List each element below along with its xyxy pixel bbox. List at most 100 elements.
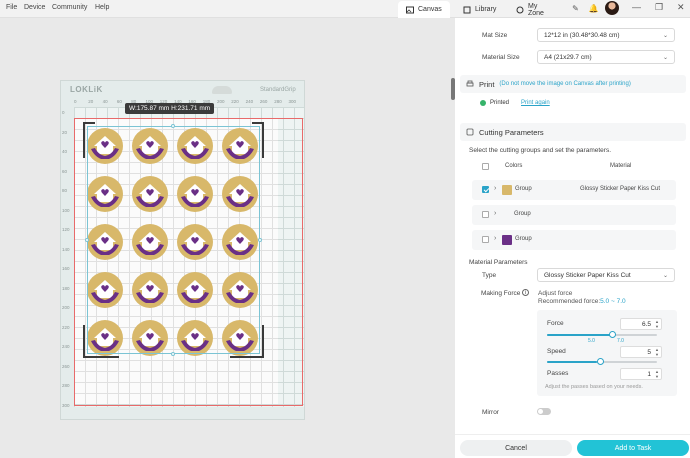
minimize-icon[interactable]: — — [632, 2, 641, 12]
type-select[interactable]: Glossy Sticker Paper Kiss Cut ⌄ — [537, 268, 675, 282]
printer-icon — [466, 80, 474, 88]
registration-mark — [262, 325, 264, 358]
adjust-force-label: Adjust force — [538, 290, 573, 297]
force-max-mark: 7.0 — [617, 338, 624, 344]
menu-help[interactable]: Help — [95, 4, 109, 11]
chevron-down-icon: ⌄ — [662, 272, 668, 279]
group-checkbox[interactable] — [482, 236, 489, 243]
top-bar: File Device Community Help Canvas Librar… — [0, 0, 690, 18]
menu-device[interactable]: Device — [24, 4, 45, 11]
ruler-tick-label: 220 — [231, 99, 239, 104]
speed-stepper[interactable]: 5 ▲ ▼ — [620, 346, 662, 358]
chevron-down-icon: ⌄ — [662, 32, 668, 39]
force-label: Force — [547, 320, 564, 327]
force-slider-knob[interactable] — [609, 331, 616, 338]
edit-icon[interactable]: ✎ — [570, 3, 581, 14]
menu-file[interactable]: File — [6, 4, 17, 11]
speed-label: Speed — [547, 348, 566, 355]
ruler-tick-label: 40 — [102, 99, 108, 104]
force-value: 6.5 — [641, 320, 651, 328]
passes-stepper[interactable]: 1 ▲ ▼ — [620, 368, 662, 380]
bell-icon[interactable]: 🔔 — [588, 3, 599, 14]
ruler-tick-label: 200 — [217, 99, 225, 104]
ruler-tick-label: 240 — [62, 344, 70, 349]
passes-value: 1 — [647, 370, 651, 378]
mat-size-label: Mat Size — [482, 32, 508, 39]
ruler-tick-label: 80 — [62, 188, 68, 193]
stepper-arrows-icon[interactable]: ▲ ▼ — [655, 319, 659, 329]
tab-library[interactable]: Library — [455, 1, 507, 18]
group-material: Glossy Sticker Paper Kiss Cut — [579, 186, 660, 192]
ruler-tick-label: 120 — [62, 227, 70, 232]
chevron-right-icon[interactable]: › — [494, 210, 496, 217]
selection-handle[interactable] — [171, 124, 175, 128]
ruler-tick-label: 60 — [116, 99, 122, 104]
print-section-header: Print (Do not move the image on Canvas a… — [460, 75, 686, 93]
ruler-tick-label: 20 — [88, 99, 94, 104]
cloud-icon — [212, 86, 232, 94]
chevron-down-icon: ⌄ — [662, 54, 668, 61]
selection-handle[interactable] — [85, 238, 89, 242]
selection-handle[interactable] — [258, 238, 262, 242]
colors-column-header: Colors — [505, 163, 523, 169]
cutting-group-row[interactable]: › Group — [472, 205, 676, 225]
group-checkbox[interactable] — [482, 211, 489, 218]
registration-mark — [83, 122, 85, 158]
menu-community[interactable]: Community — [52, 4, 87, 11]
selection-handle[interactable] — [171, 352, 175, 356]
print-title: Print — [479, 79, 495, 89]
info-icon[interactable]: i — [522, 289, 529, 296]
mat-size-select[interactable]: 12*12 in (30.48*30.48 cm) ⌄ — [537, 28, 675, 42]
making-force-label: Making Force — [481, 290, 521, 297]
passes-label: Passes — [547, 370, 569, 377]
material-size-select[interactable]: A4 (21x29.7 cm) ⌄ — [537, 50, 675, 64]
restore-icon[interactable]: ❐ — [655, 2, 663, 13]
group-name: Group — [515, 186, 532, 192]
close-icon[interactable]: ✕ — [677, 2, 685, 13]
select-all-checkbox[interactable] — [482, 163, 489, 170]
print-again-link[interactable]: Print again — [521, 100, 550, 106]
check-circle-icon — [480, 100, 486, 106]
group-color-swatch — [502, 235, 512, 245]
ruler-tick-label: 0 — [62, 110, 65, 115]
tab-myzone-label: My Zone — [528, 2, 544, 17]
stepper-arrows-icon[interactable]: ▲ ▼ — [655, 347, 659, 357]
speed-slider-fill — [547, 361, 597, 363]
force-min-mark: 5.0 — [588, 338, 595, 344]
library-icon — [463, 6, 471, 14]
cutting-section-header: Cutting Parameters — [460, 123, 686, 141]
chevron-right-icon[interactable]: › — [494, 185, 496, 192]
material-parameters-label: Material Parameters — [469, 259, 528, 266]
printed-label: Printed — [490, 100, 510, 106]
type-value: Glossy Sticker Paper Kiss Cut — [544, 271, 631, 279]
speed-value: 5 — [647, 348, 651, 356]
cutting-group-row[interactable]: › Group — [472, 230, 676, 250]
ruler-tick-label: 280 — [274, 99, 282, 104]
avatar[interactable] — [605, 1, 619, 15]
group-name: Group — [515, 236, 532, 242]
material-column-header: Material — [610, 163, 632, 169]
mirror-toggle[interactable] — [537, 408, 551, 415]
recommended-range: 5.0 ~ 7.0 — [600, 298, 626, 305]
tab-canvas[interactable]: Canvas — [398, 1, 450, 18]
stepper-arrows-icon[interactable]: ▲ ▼ — [655, 369, 659, 379]
settings-icon — [466, 128, 474, 136]
ruler-tick-label: 260 — [62, 363, 70, 369]
chevron-right-icon[interactable]: › — [494, 235, 496, 242]
cancel-button[interactable]: Cancel — [460, 440, 572, 456]
ruler-tick-label: 220 — [62, 324, 70, 330]
material-size-value: A4 (21x29.7 cm) — [544, 53, 592, 61]
myzone-icon — [516, 6, 524, 14]
recommended-label: Recommended force: — [538, 298, 601, 305]
tab-myzone[interactable]: My Zone — [508, 1, 562, 18]
speed-slider-knob[interactable] — [597, 358, 604, 365]
mat-size-value: 12*12 in (30.48*30.48 cm) — [544, 31, 620, 39]
add-to-task-button[interactable]: Add to Task — [577, 440, 689, 456]
selection-box[interactable] — [87, 126, 260, 354]
mat-grip-label: StandardGrip — [260, 87, 296, 93]
force-stepper[interactable]: 6.5 ▲ ▼ — [620, 318, 662, 330]
group-checkbox[interactable] — [482, 186, 489, 193]
cutting-group-row[interactable]: › Group Glossy Sticker Paper Kiss Cut — [472, 180, 676, 200]
canvas-icon — [406, 6, 414, 14]
ruler-tick-label: 300 — [62, 402, 70, 408]
